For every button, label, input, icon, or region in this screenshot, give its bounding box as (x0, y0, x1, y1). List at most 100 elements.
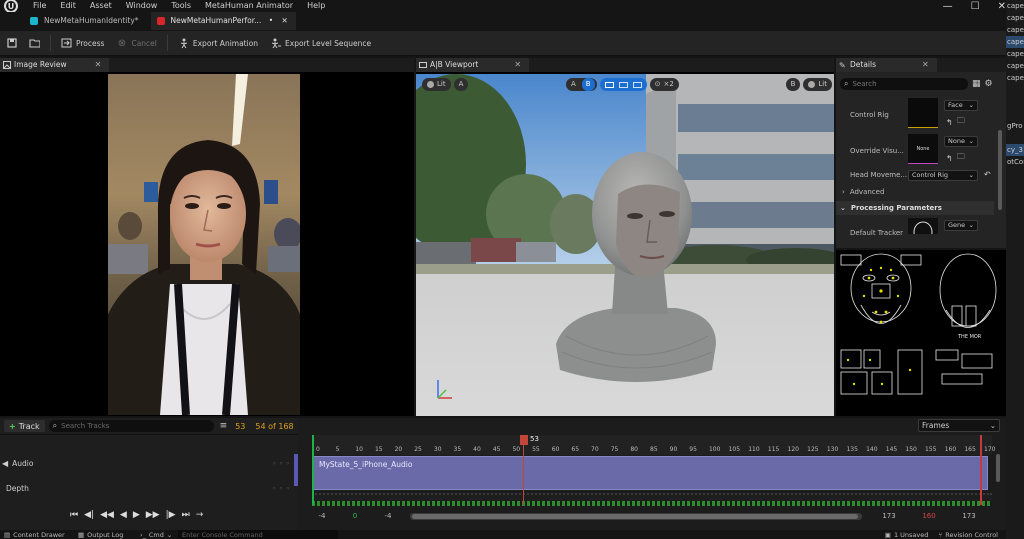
layout-buttons[interactable] (599, 78, 647, 91)
default-tracker-combo[interactable]: Gene ⌄ (944, 220, 978, 231)
menu-item-file[interactable]: File (26, 1, 53, 11)
process-button[interactable]: Process (55, 31, 110, 56)
use-selected-icon[interactable]: ↰ (946, 118, 953, 127)
details-close-icon[interactable]: ✕ (922, 58, 929, 72)
menu-item-tools[interactable]: Tools (164, 1, 198, 11)
grid-view-icon[interactable]: ▦ (972, 79, 981, 89)
previous-key-icon[interactable]: ◀| (84, 510, 94, 520)
view-end-value[interactable]: 173 (954, 512, 984, 520)
right-strip-item[interactable] (1006, 84, 1024, 96)
track-keyframe-nav-icon[interactable]: ◦ ◦ ◦ (272, 459, 290, 468)
single-layout-icon[interactable] (604, 81, 614, 88)
override-visual-thumbnail[interactable]: None (908, 134, 938, 164)
range-scrollbar[interactable] (410, 512, 862, 520)
loop-icon[interactable]: → (196, 510, 204, 520)
details-tab[interactable]: ✎ Details ✕ (836, 58, 937, 72)
track-list-splitter[interactable] (294, 454, 298, 486)
output-log-button[interactable]: ▦ Output Log (68, 531, 132, 539)
tab-performance[interactable]: NewMetaHumanPerfor... • ✕ (150, 12, 296, 30)
cancel-button[interactable]: ⊗ Cancel (110, 31, 162, 56)
jump-to-start-icon[interactable]: ⏮ (70, 510, 78, 520)
save-button[interactable] (0, 31, 23, 56)
play-end-value[interactable]: 160 (904, 512, 954, 520)
play-icon[interactable]: ▶ (133, 510, 140, 520)
viewport-close-icon[interactable]: ✕ (514, 58, 521, 72)
head-movement-combo[interactable]: Control Rig ⌄ (908, 170, 978, 181)
browse-asset-icon[interactable]: 🗀 (957, 151, 965, 165)
close-icon[interactable]: ✕ (998, 1, 1006, 12)
search-tracks-input[interactable]: ⌕ Search Tracks (48, 420, 214, 432)
ab-toggle[interactable]: A B (566, 78, 597, 91)
right-b-button[interactable]: B (785, 78, 801, 91)
export-level-sequence-button[interactable]: Export Level Sequence (264, 31, 377, 56)
ab-b-label[interactable]: B (581, 78, 595, 91)
audio-clip[interactable]: MyState_5_iPhone_Audio (312, 456, 988, 490)
left-view-mode-button[interactable]: Lit (422, 78, 451, 91)
right-strip-item[interactable]: gPro (1006, 120, 1024, 132)
tab-close-icon[interactable]: ✕ (282, 16, 288, 25)
processing-parameters-section[interactable]: ⌄ Processing Parameters (836, 201, 994, 215)
playhead-handle[interactable] (520, 435, 528, 445)
range-scrollbar-thumb[interactable] (412, 513, 858, 519)
use-selected-icon[interactable]: ↰ (946, 154, 953, 163)
menu-item-asset[interactable]: Asset (83, 1, 119, 11)
right-strip-item[interactable]: cape (1006, 48, 1024, 60)
minimize-icon[interactable]: — (943, 1, 953, 12)
link-views-button[interactable]: ⊙ ×2 (649, 78, 679, 91)
right-strip-item[interactable]: otCon (1006, 156, 1024, 168)
view-start-value[interactable]: -4 (312, 512, 332, 520)
browse-asset-icon[interactable]: 🗀 (957, 115, 965, 129)
right-view-mode-button[interactable]: Lit (803, 78, 832, 91)
jump-to-end-icon[interactable]: ⏭ (182, 510, 190, 520)
right-strip-item[interactable]: cy_3 (1006, 144, 1024, 156)
right-strip-item[interactable] (1006, 108, 1024, 120)
track-keyframe-nav-icon[interactable]: ◦ ◦ ◦ (272, 484, 290, 493)
viewport-scene[interactable] (416, 74, 834, 416)
left-a-button[interactable]: A (453, 78, 469, 91)
menu-item-help[interactable]: Help (300, 1, 332, 11)
details-search-input[interactable]: ⌕ Search (840, 78, 968, 90)
override-visual-combo[interactable]: None ⌄ (944, 136, 978, 147)
console-command-input[interactable]: Enter Console Command (178, 530, 338, 539)
reset-to-default-icon[interactable]: ↶ (984, 170, 991, 179)
browse-button[interactable] (23, 31, 46, 56)
step-back-icon[interactable]: ◀◀ (100, 510, 114, 520)
menu-item-window[interactable]: Window (119, 1, 165, 11)
right-strip-item[interactable] (1006, 132, 1024, 144)
play-start-value[interactable]: 0 (332, 512, 378, 520)
filter-icon[interactable]: ≡ (220, 421, 228, 431)
right-strip-item[interactable]: cape (1006, 24, 1024, 36)
play-reverse-icon[interactable]: ◀ (120, 510, 127, 520)
working-start-value[interactable]: -4 (378, 512, 398, 520)
ab-a-label[interactable]: A (568, 78, 579, 91)
right-strip-item[interactable] (1006, 96, 1024, 108)
viewport-tab[interactable]: A|B Viewport ✕ (416, 58, 530, 72)
right-strip-item[interactable]: cape (1006, 12, 1024, 24)
start-marker[interactable] (312, 435, 314, 505)
right-strip-item[interactable]: cape (1006, 60, 1024, 72)
end-marker[interactable] (980, 435, 982, 505)
menu-item-edit[interactable]: Edit (53, 1, 83, 11)
cmd-button[interactable]: ›_ Cmd ⌄ (132, 531, 178, 539)
audio-track-row[interactable]: ◀ Audio ◦ ◦ ◦ (0, 452, 298, 474)
wipe-layout-icon[interactable] (632, 81, 642, 88)
maximize-icon[interactable]: ☐ (971, 1, 980, 12)
content-drawer-button[interactable]: ▤ Content Drawer (0, 531, 68, 539)
depth-track-lane[interactable] (312, 493, 992, 506)
menu-item-metahuman-animator[interactable]: MetaHuman Animator (198, 1, 300, 11)
unsaved-button[interactable]: ▣ 1 Unsaved (885, 531, 939, 539)
step-forward-icon[interactable]: ▶▶ (146, 510, 160, 520)
export-animation-button[interactable]: Export Animation (172, 31, 264, 56)
right-strip-item[interactable]: cape (1006, 72, 1024, 84)
settings-gear-icon[interactable]: ⚙ (985, 79, 993, 89)
details-scrollbar[interactable] (998, 130, 1002, 210)
control-rig-combo[interactable]: Face ⌄ (944, 100, 978, 111)
advanced-section[interactable]: › Advanced (842, 185, 884, 199)
depth-track-row[interactable]: Depth ◦ ◦ ◦ (0, 482, 298, 494)
next-key-icon[interactable]: |▶ (166, 510, 176, 520)
split-layout-icon[interactable] (618, 81, 628, 88)
default-tracker-thumbnail[interactable] (908, 218, 938, 234)
control-rig-thumbnail[interactable] (908, 98, 938, 128)
right-strip-item[interactable]: cape (1006, 36, 1024, 48)
frames-display-dropdown[interactable]: Frames ⌄ (918, 419, 1000, 432)
